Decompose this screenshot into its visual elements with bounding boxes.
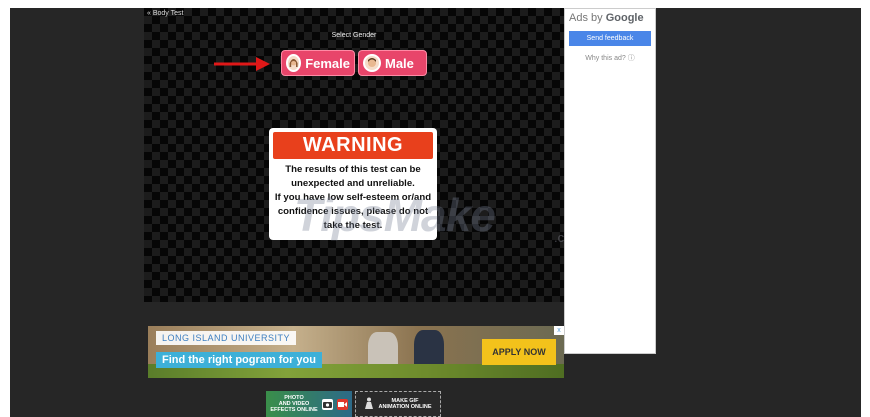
select-gender-label: Select Gender <box>331 32 377 39</box>
ad-close-icon[interactable]: x <box>554 326 564 335</box>
banner-tagline: Find the right pogram for you <box>156 352 322 368</box>
male-avatar-icon <box>363 54 381 72</box>
page-frame: « Body Test Select Gender Female Male WA… <box>10 8 861 417</box>
warning-title: WARNING <box>273 132 433 159</box>
ads-by-text: Ads by <box>569 12 603 24</box>
video-icon <box>336 398 348 410</box>
send-feedback-button[interactable]: Send feedback <box>569 31 651 46</box>
tile-line: ANIMATION ONLINE <box>378 404 432 410</box>
tile-line: EFFECTS ONLINE <box>270 407 318 413</box>
female-button[interactable]: Female <box>281 50 355 76</box>
google-text: Google <box>605 12 644 24</box>
apply-now-button[interactable]: APPLY NOW <box>482 339 556 365</box>
female-button-label: Female <box>305 55 350 71</box>
ads-by-google-label[interactable]: Ads by Google <box>569 12 644 24</box>
male-button-label: Male <box>385 55 414 71</box>
camera-icon <box>321 398 333 410</box>
university-ad-banner[interactable]: LONG ISLAND UNIVERSITY Find the right po… <box>148 326 564 378</box>
back-link[interactable]: « Body Test <box>147 10 183 17</box>
female-avatar-icon <box>286 54 302 72</box>
university-name: LONG ISLAND UNIVERSITY <box>156 331 297 345</box>
photo-video-effects-tile[interactable]: PHOTO AND VIDEO EFFECTS ONLINE <box>266 391 352 417</box>
body-test-stage: « Body Test Select Gender Female Male WA… <box>144 8 582 302</box>
google-ads-panel: Ads by Google Send feedback Why this ad?… <box>564 8 656 354</box>
warning-line: The results of this test can be <box>285 164 421 175</box>
male-button[interactable]: Male <box>358 50 427 76</box>
gif-person-icon <box>364 397 374 411</box>
why-this-ad-link[interactable]: Why this ad? ⓘ <box>569 53 651 63</box>
red-arrow-icon <box>214 57 270 71</box>
make-gif-animation-tile[interactable]: MAKE GIF ANIMATION ONLINE <box>355 391 441 417</box>
tile-text: PHOTO AND VIDEO EFFECTS ONLINE <box>270 395 317 413</box>
watermark-text: TipsMake <box>294 189 496 241</box>
tile-text: MAKE GIF ANIMATION ONLINE <box>378 398 431 410</box>
